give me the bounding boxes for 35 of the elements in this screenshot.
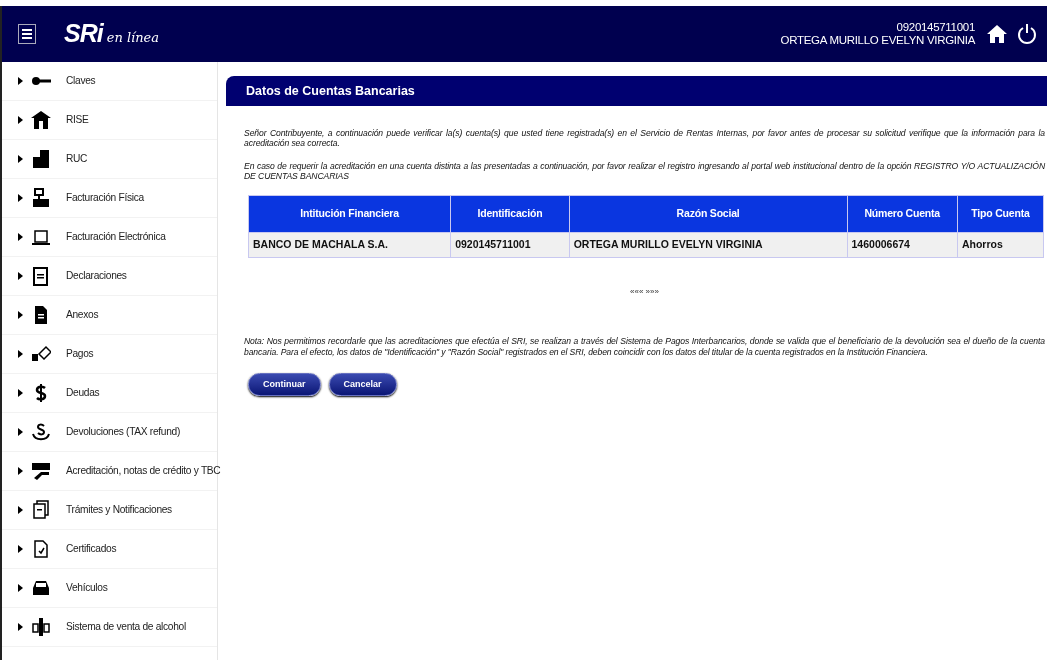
sidebar-item[interactable]: Deudas <box>2 374 217 413</box>
logo-tagline: en línea <box>106 29 160 48</box>
sidebar-item[interactable]: Claves <box>2 62 217 101</box>
column-header: Identificación <box>450 195 570 233</box>
table-cell: ORTEGA MURILLO EVELYN VIRGINIA <box>569 232 848 258</box>
column-header: Número Cuenta <box>847 195 958 233</box>
sidebar-item[interactable]: Trámites y Notificaciones <box>2 491 217 530</box>
sidebar-item[interactable]: RISE <box>2 101 217 140</box>
user-name: ORTEGA MURILLO EVELYN VIRGINIA <box>780 34 975 48</box>
user-id: 0920145711001 <box>895 20 975 34</box>
sidebar-item[interactable]: Sistema de venta de alcohol <box>2 608 217 647</box>
sidebar-item[interactable]: Devoluciones (TAX refund) <box>2 413 217 452</box>
column-header: Intitución Financiera <box>248 195 451 233</box>
sidebar-item[interactable]: Declaraciones <box>2 257 217 296</box>
pager-links[interactable]: ««« »»» <box>244 286 1045 299</box>
sidebar-item[interactable]: Facturación Electrónica <box>2 218 217 257</box>
logo: SRi <box>64 18 103 50</box>
column-header: Razón Social <box>569 195 848 233</box>
continue-button[interactable]: Continuar <box>248 372 321 397</box>
sidebar-item[interactable]: Certificados <box>2 530 217 569</box>
sidebar-item[interactable]: Vehículos <box>2 569 217 608</box>
table-cell: Ahorros <box>957 232 1044 258</box>
paragraph: En caso de requerir la acreditación en una cuenta distinta a las presentadas a continuación, por favor realizar el registro ingresando al portal web institucional dentro de la opción REGISTRO Y/O ACTUALIZACIÓN DE CUENTAS BANCARIAS <box>244 160 1045 182</box>
sidebar-item[interactable]: Pagos <box>2 335 217 374</box>
sidebar-item[interactable]: Anexos <box>2 296 217 335</box>
table-cell: 0920145711001 <box>450 232 570 258</box>
panel-title: Datos de Cuentas Bancarias <box>226 76 1047 106</box>
cancel-button[interactable]: Cancelar <box>328 372 397 397</box>
sidebar-item[interactable]: Facturación Física <box>2 179 217 218</box>
table-cell: BANCO DE MACHALA S.A. <box>248 232 451 258</box>
paragraph: Señor Contribuyente, a continuación puede verificar la(s) cuenta(s) que usted tiene registrada(s) en el Servicio de Rentas Internas, por favor antes de procesar su solicitud verifique que la información para la acreditación sea correcta. <box>244 128 1045 149</box>
sidebar-item[interactable]: RUC <box>2 140 217 179</box>
table-cell: 1460006674 <box>847 232 958 258</box>
note-text: Nota: Nos permitimos recordarle que las acreditaciones que efectúa el SRI, se realizan a través del Sistema de Pagos Interbancarios, donde se valida que el beneficiario de la devolución sea el dueño de la cuenta bancaria. Para el efecto, los datos de "Identificación" y "Razón Social" registrados en el SRI, deben coincidir con los datos del titular de la cuenta registrados en la Institución Financiera. <box>244 336 1045 357</box>
column-header: Tipo Cuenta <box>957 195 1044 233</box>
